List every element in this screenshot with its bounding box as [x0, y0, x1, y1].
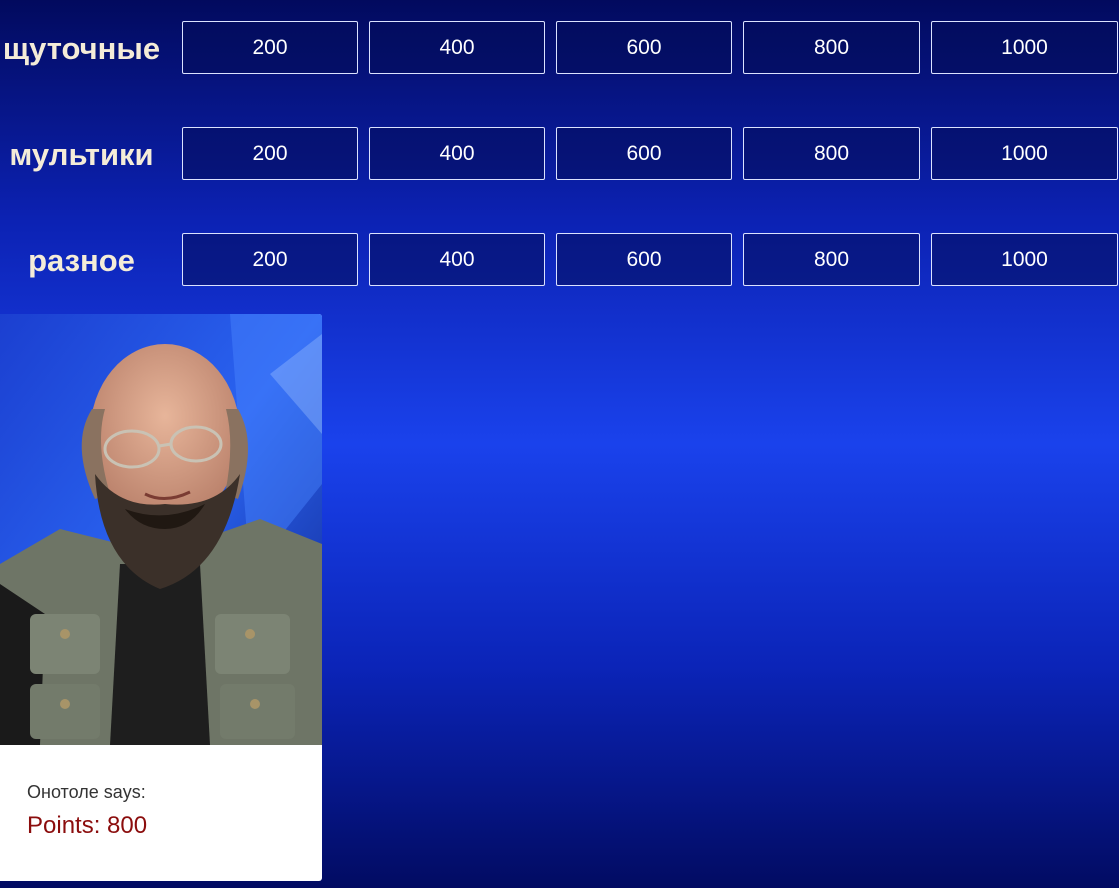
question-tile-600[interactable]: 600 [556, 127, 732, 180]
host-says-label: Онотоле says: [27, 782, 146, 802]
question-tile-600[interactable]: 600 [556, 233, 732, 286]
category-row-2: мультики 200 400 600 800 1000 [0, 127, 1119, 183]
question-tile-400[interactable]: 400 [369, 233, 545, 286]
category-title: щуточные [2, 31, 161, 66]
points-display: Points: 800 [27, 812, 148, 839]
question-tile-200[interactable]: 200 [182, 127, 358, 180]
question-tile-400[interactable]: 400 [369, 21, 545, 74]
category-row-1: щуточные 200 400 600 800 1000 [0, 21, 1119, 77]
question-tile-1000[interactable]: 1000 [931, 21, 1118, 74]
category-title: разное [28, 243, 135, 278]
question-tile-800[interactable]: 800 [743, 233, 920, 286]
question-tile-400[interactable]: 400 [369, 127, 545, 180]
question-tile-1000[interactable]: 1000 [931, 127, 1118, 180]
question-tile-200[interactable]: 200 [182, 21, 358, 74]
category-row-3: разное 200 400 600 800 1000 [0, 233, 1119, 289]
host-portrait-icon [0, 314, 322, 745]
game-board: щуточные 200 400 600 800 1000 мультики 2… [0, 0, 1119, 300]
question-tile-1000[interactable]: 1000 [931, 233, 1118, 286]
question-tile-200[interactable]: 200 [182, 233, 358, 286]
question-tile-800[interactable]: 800 [743, 21, 920, 74]
question-tile-800[interactable]: 800 [743, 127, 920, 180]
question-tile-600[interactable]: 600 [556, 21, 732, 74]
category-title: мультики [9, 137, 154, 172]
host-card: Онотоле says: Points: 800 [0, 314, 322, 881]
